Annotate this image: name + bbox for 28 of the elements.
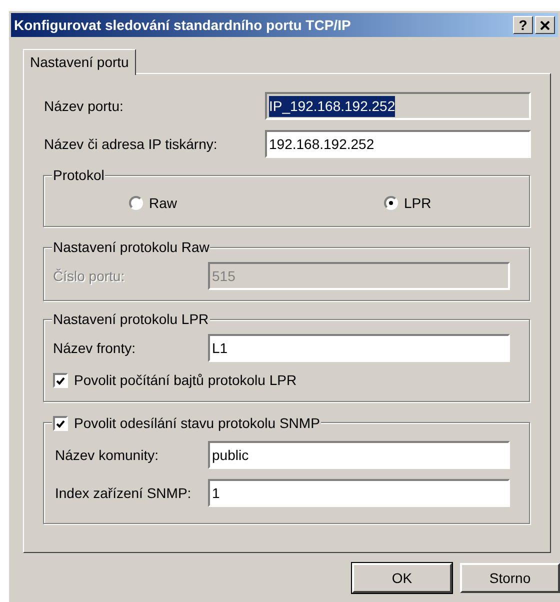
field-label: Index zařízení SNMP: [54,484,192,502]
input-field[interactable]: L1 [208,334,510,362]
field-label: Název portu: [43,96,124,116]
checkbox-box[interactable] [53,373,68,388]
group-title: Nastavení protokolu Raw [53,238,210,256]
input-field: 515 [208,262,510,290]
field-label: Název fronty: [53,338,136,358]
input-field[interactable]: public [208,441,510,469]
close-icon [540,20,550,30]
radio-button[interactable]: Raw [129,192,384,214]
radio-button[interactable]: LPR [384,192,432,214]
dialog-button[interactable]: Storno [460,563,560,593]
tab[interactable]: Nastavení portu [23,49,136,75]
checkbox-box[interactable] [53,416,68,431]
window-title: Konfigurovat sledování standardního portu TCP/IP [14,16,351,35]
close-button[interactable] [535,16,555,34]
dialog-button[interactable]: OK [352,563,452,593]
group-title: Protokol [53,166,104,184]
field-label: Název komunity: [54,446,160,465]
group-title: Nastavení protokolu LPR [53,310,209,328]
input-field[interactable]: 192.168.192.252 [265,130,531,158]
input-field[interactable]: 1 [208,479,510,507]
input-field[interactable]: IP_192.168.192.252 [265,92,531,120]
field-label: Číslo portu: [53,266,126,286]
checkbox[interactable]: Povolit odesílání stavu protokolu SNMP [53,413,320,434]
field-label: Název či adresa IP tiskárny: [43,134,218,154]
help-button[interactable]: ? [513,16,533,34]
checkbox[interactable]: Povolit počítání bajtů protokolu LPR [53,370,521,391]
